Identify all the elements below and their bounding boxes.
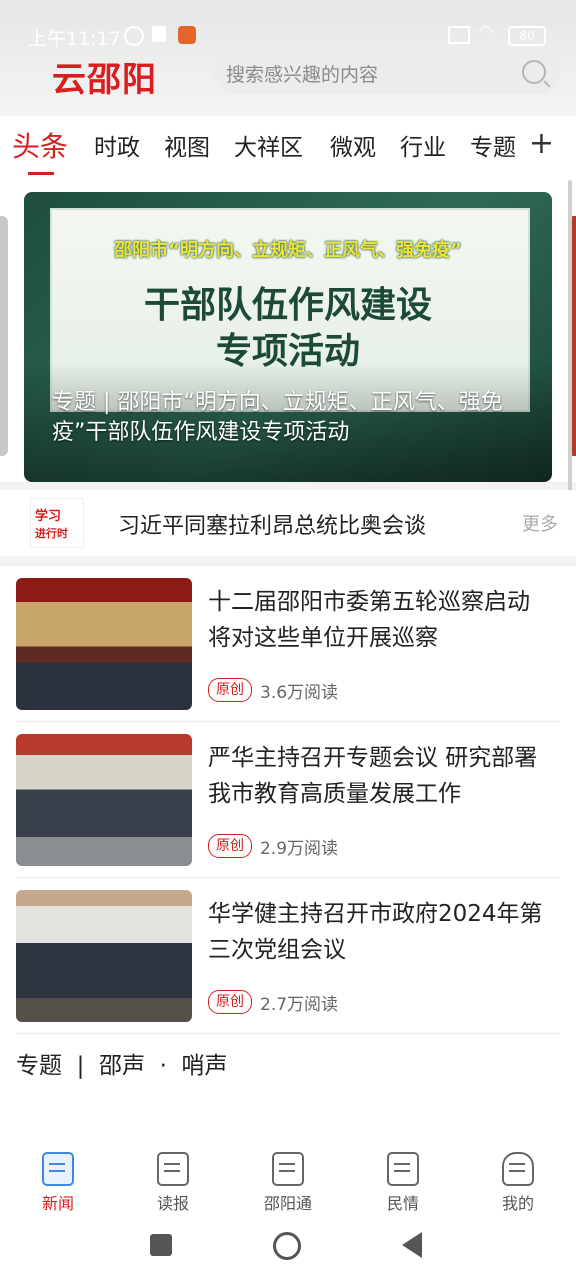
bottom-navigation: 新闻 读报 邵阳通 民情 我的 bbox=[0, 1146, 576, 1220]
study-logo-line1: 学习 bbox=[35, 509, 62, 524]
news-thumbnail bbox=[16, 734, 192, 866]
banner-carousel[interactable]: 邵阳市“明方向、立规矩、正风气、强免疫” 干部队伍作风建设 专项活动 专题 | … bbox=[0, 180, 576, 482]
app-logo: 云邵阳 bbox=[52, 60, 157, 100]
back-icon[interactable] bbox=[402, 1232, 422, 1258]
nav-public-opinion-label: 民情 bbox=[386, 1194, 419, 1213]
battery-icon: 80 bbox=[508, 26, 546, 46]
active-tab-indicator bbox=[28, 172, 54, 175]
original-badge: 原创 bbox=[208, 990, 252, 1014]
tab-headlines[interactable]: 头条 bbox=[12, 125, 68, 165]
tab-view[interactable]: 视图 bbox=[164, 128, 210, 162]
banner-top-line: 邵阳市“明方向、立规矩、正风气、强免疫” bbox=[114, 240, 462, 261]
study-strip[interactable]: 学习 进行时 习近平同塞拉利昂总统比奥会谈 更多 bbox=[0, 490, 576, 556]
news-icon bbox=[42, 1152, 74, 1186]
wifi-icon: ◠ bbox=[478, 22, 494, 43]
divider bbox=[16, 1033, 560, 1034]
list-item[interactable]: 华学健主持召开市政府2024年第三次党组会议 原创 2.7万阅读 bbox=[0, 878, 576, 1034]
tab-industry[interactable]: 行业 bbox=[400, 128, 446, 162]
tab-special[interactable]: 专题 bbox=[470, 128, 516, 162]
banner-caption: 专题 | 邵阳市“明方向、立规矩、正风气、强免疫”干部队伍作风建设专项活动 bbox=[52, 390, 503, 445]
app-header: 上午11:17 ◠ 80 云邵阳 搜索感兴趣的内容 bbox=[0, 0, 576, 116]
read-count: 2.9万阅读 bbox=[260, 839, 339, 859]
list-item[interactable]: 严华主持召开专题会议 研究部署我市教育高质量发展工作 原创 2.9万阅读 bbox=[0, 722, 576, 878]
search-icon[interactable] bbox=[522, 60, 546, 84]
banner-title-line1: 干部队伍作风建设 bbox=[143, 285, 432, 326]
recents-icon[interactable] bbox=[150, 1234, 172, 1256]
banner-prev-peek bbox=[0, 216, 8, 456]
study-logo-line2: 进行时 bbox=[35, 527, 68, 540]
status-time: 上午11:17 bbox=[28, 28, 121, 50]
search-box[interactable]: 搜索感兴趣的内容 bbox=[214, 50, 560, 94]
original-badge: 原创 bbox=[208, 834, 252, 858]
system-navigation-bar bbox=[0, 1220, 576, 1280]
news-thumbnail bbox=[16, 578, 192, 710]
user-icon bbox=[502, 1152, 534, 1186]
original-badge: 原创 bbox=[208, 678, 252, 702]
document-icon bbox=[272, 1152, 304, 1186]
tab-daxiang[interactable]: 大祥区 bbox=[234, 128, 303, 162]
nav-profile[interactable]: 我的 bbox=[478, 1152, 558, 1214]
study-logo: 学习 进行时 bbox=[30, 498, 84, 548]
newspaper-icon bbox=[157, 1152, 189, 1186]
mute-icon bbox=[124, 26, 144, 46]
banner-slide[interactable]: 邵阳市“明方向、立规矩、正风气、强免疫” 干部队伍作风建设 专项活动 专题 | … bbox=[24, 192, 552, 482]
nav-news-label: 新闻 bbox=[41, 1194, 74, 1213]
read-count: 2.7万阅读 bbox=[260, 995, 339, 1015]
nav-news[interactable]: 新闻 bbox=[18, 1152, 98, 1214]
tab-politics[interactable]: 时政 bbox=[94, 128, 140, 162]
nav-profile-label: 我的 bbox=[501, 1194, 534, 1213]
add-channel-button[interactable]: + bbox=[529, 126, 554, 161]
home-icon[interactable] bbox=[273, 1232, 301, 1260]
search-placeholder: 搜索感兴趣的内容 bbox=[226, 64, 379, 86]
study-more-link[interactable]: 更多 bbox=[522, 510, 558, 536]
topic-heading[interactable]: 专题 | 邵声 · 哨声 bbox=[16, 1046, 228, 1080]
feedback-icon bbox=[387, 1152, 419, 1186]
read-count: 3.6万阅读 bbox=[260, 683, 339, 703]
news-list: 十二届邵阳市委第五轮巡察启动 将对这些单位开展巡察 原创 3.6万阅读 严华主持… bbox=[0, 566, 576, 1146]
news-title: 十二届邵阳市委第五轮巡察启动 将对这些单位开展巡察 bbox=[208, 589, 530, 651]
app-notification-icon bbox=[178, 26, 196, 44]
nav-public-opinion[interactable]: 民情 bbox=[363, 1152, 443, 1214]
nav-shaoyangtong[interactable]: 邵阳通 bbox=[248, 1152, 328, 1214]
notification-icon bbox=[152, 26, 166, 42]
tab-micro[interactable]: 微观 bbox=[330, 128, 376, 162]
nav-newspaper-label: 读报 bbox=[156, 1194, 189, 1213]
news-title: 华学健主持召开市政府2024年第三次党组会议 bbox=[208, 901, 543, 963]
nav-newspaper[interactable]: 读报 bbox=[133, 1152, 213, 1214]
nav-shaoyangtong-label: 邵阳通 bbox=[263, 1194, 312, 1213]
news-title: 严华主持召开专题会议 研究部署我市教育高质量发展工作 bbox=[208, 745, 538, 807]
news-thumbnail bbox=[16, 890, 192, 1022]
channel-tabs: 头条 时政 视图 大祥区 微观 行业 专题 + bbox=[0, 116, 576, 180]
sim-icon bbox=[448, 26, 470, 44]
list-item[interactable]: 十二届邵阳市委第五轮巡察启动 将对这些单位开展巡察 原创 3.6万阅读 bbox=[0, 566, 576, 722]
study-headline[interactable]: 习近平同塞拉利昂总统比奥会谈 bbox=[118, 508, 426, 540]
